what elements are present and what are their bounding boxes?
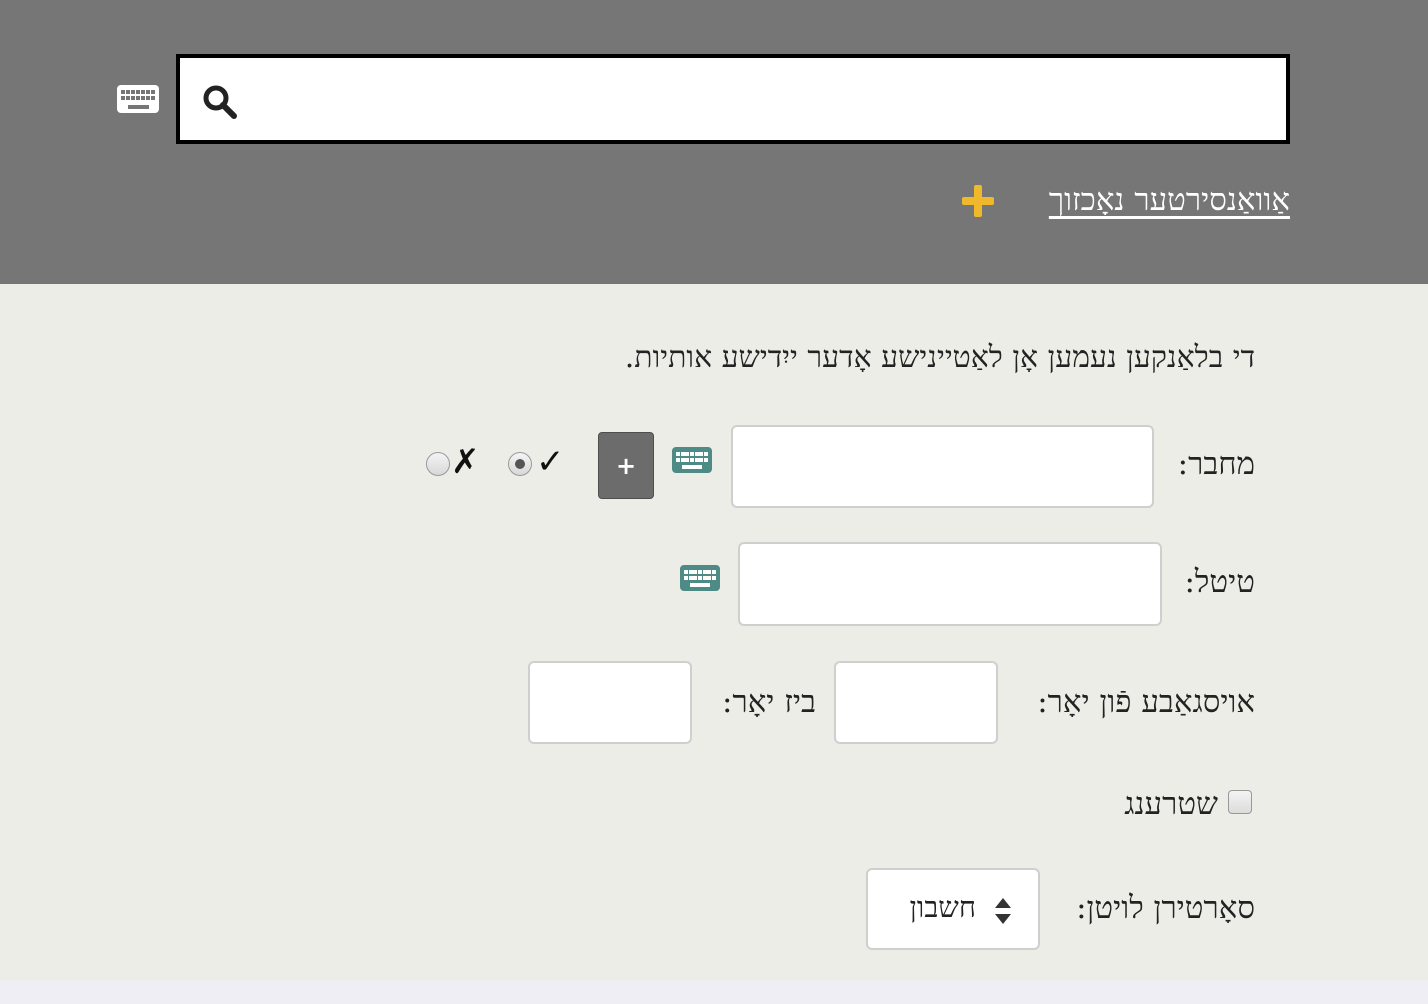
key (676, 458, 680, 462)
key (698, 576, 702, 580)
keyboard-icon[interactable] (672, 447, 712, 473)
key (121, 90, 125, 94)
search-form: די בלאַנקען נעמען אָן לאַטיינישע אָדער י… (0, 284, 1428, 980)
year-from-label: אויסגאַבע פֿון יאָר: (1037, 684, 1255, 720)
exclude-radio[interactable] (426, 452, 450, 476)
key (141, 90, 145, 94)
author-input[interactable] (733, 427, 1152, 506)
key (704, 452, 708, 456)
key (693, 576, 698, 580)
key (693, 570, 698, 574)
key (136, 90, 140, 94)
key (151, 90, 155, 94)
space-key (128, 105, 149, 109)
key (694, 458, 699, 462)
sort-label: סאָרטירן לויטן: (1076, 890, 1255, 926)
key (690, 452, 694, 456)
sort-select[interactable]: חשבון (866, 868, 1040, 950)
key (685, 452, 690, 456)
sort-select-value: חשבון (909, 890, 976, 924)
key (702, 570, 707, 574)
page: אַוואַנסירטער נאָכזוך די בלאַנקען נעמען … (0, 0, 1428, 1004)
advanced-search-link[interactable]: אַוואַנסירטער נאָכזוך (1049, 182, 1290, 218)
key (684, 570, 688, 574)
key (680, 458, 685, 462)
include-radio[interactable] (508, 452, 532, 476)
key (712, 576, 716, 580)
key (712, 570, 716, 574)
key (702, 576, 707, 580)
include-check-mark: ✓ (536, 442, 565, 482)
key (676, 452, 680, 456)
key (699, 458, 704, 462)
title-field[interactable] (738, 542, 1162, 626)
key (680, 452, 685, 456)
key (684, 576, 688, 580)
plus-icon[interactable] (961, 184, 995, 218)
key (131, 90, 135, 94)
year-from-input[interactable] (836, 663, 996, 742)
key (141, 96, 145, 100)
strict-label: שטרענג (1124, 786, 1218, 822)
keyboard-icon[interactable] (117, 85, 159, 113)
year-to-input[interactable] (530, 663, 690, 742)
author-label: מחבר: (1177, 446, 1255, 482)
select-arrows-icon (995, 898, 1011, 924)
key (707, 576, 712, 580)
search-icon[interactable] (202, 84, 238, 120)
key (707, 570, 712, 574)
key (146, 96, 150, 100)
key (146, 90, 150, 94)
add-author-button[interactable]: + (598, 432, 654, 499)
key (688, 570, 693, 574)
year-to-label: ביז יאָר: (722, 684, 816, 720)
key (121, 96, 125, 100)
title-input[interactable] (740, 544, 1160, 624)
space-key (682, 465, 702, 469)
keyboard-icon[interactable] (680, 565, 720, 591)
key (688, 576, 693, 580)
key (699, 452, 704, 456)
search-input[interactable] (252, 68, 1272, 130)
form-instruction: די בלאַנקען נעמען אָן לאַטיינישע אָדער י… (624, 340, 1255, 375)
key (698, 570, 702, 574)
key (131, 96, 135, 100)
key (694, 452, 699, 456)
search-box (176, 54, 1290, 144)
key (704, 458, 708, 462)
search-header: אַוואַנסירטער נאָכזוך (0, 0, 1428, 284)
key (126, 90, 130, 94)
title-label: טיטל: (1184, 564, 1255, 600)
footer-strip (0, 980, 1428, 1004)
key (685, 458, 690, 462)
year-from-field[interactable] (834, 661, 998, 744)
space-key (690, 583, 710, 587)
year-to-field[interactable] (528, 661, 692, 744)
author-field[interactable] (731, 425, 1154, 508)
key (126, 96, 130, 100)
key (151, 96, 155, 100)
exclude-x-mark: ✗ (451, 442, 480, 482)
key (136, 96, 140, 100)
strict-checkbox[interactable] (1228, 790, 1252, 814)
key (690, 458, 694, 462)
